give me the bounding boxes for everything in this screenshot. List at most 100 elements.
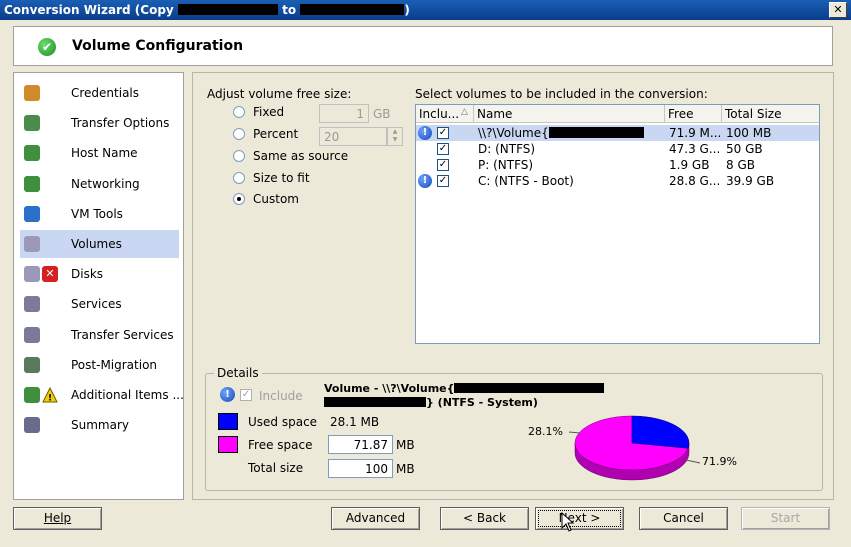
free-size-heading: Adjust volume free size: bbox=[207, 87, 352, 101]
cancel-button[interactable]: Cancel bbox=[639, 507, 728, 530]
details-group: Details ! ✓ Include Volume - \\?\Volume{… bbox=[205, 366, 823, 491]
volume-total-cell: 8 GB bbox=[726, 158, 755, 172]
sidebar-item-transfer-options[interactable]: Transfer Options bbox=[20, 109, 179, 137]
redacted-source-name bbox=[177, 4, 278, 15]
custom-radio[interactable] bbox=[233, 193, 245, 205]
volumes-icon bbox=[24, 236, 40, 252]
volume-free-cell: 1.9 GB bbox=[669, 158, 710, 172]
spin-down-icon[interactable]: ▼ bbox=[388, 136, 402, 144]
sidebar-item-summary[interactable]: Summary bbox=[20, 411, 179, 439]
volume-total-cell: 39.9 GB bbox=[726, 174, 775, 188]
summary-icon bbox=[24, 417, 40, 434]
column-header-total-size[interactable]: Total Size bbox=[722, 105, 819, 123]
size-to-fit-radio[interactable] bbox=[233, 172, 245, 184]
sidebar-item-vm-tools[interactable]: VM Tools bbox=[20, 200, 179, 228]
page-title: Volume Configuration bbox=[72, 38, 244, 54]
details-legend: Details bbox=[214, 366, 262, 380]
total-size-label: Total size bbox=[248, 461, 304, 475]
services-icon bbox=[24, 296, 40, 313]
advanced-button[interactable]: Advanced bbox=[331, 507, 420, 530]
mouse-pointer-icon bbox=[561, 512, 575, 532]
next-button[interactable]: Next > bbox=[535, 507, 624, 530]
percent-radio-label[interactable]: Percent bbox=[253, 127, 298, 141]
total-size-input[interactable]: 100 bbox=[328, 459, 393, 478]
page-header: ✔ Volume Configuration bbox=[13, 26, 833, 66]
table-row[interactable]: ✓ P: (NTFS) 1.9 GB 8 GB bbox=[416, 157, 819, 173]
back-button[interactable]: < Back bbox=[440, 507, 529, 530]
custom-radio-label[interactable]: Custom bbox=[253, 192, 299, 206]
sidebar-item-label: Networking bbox=[71, 176, 140, 191]
sidebar-item-credentials[interactable]: Credentials bbox=[20, 79, 179, 107]
volumes-heading: Select volumes to be included in the con… bbox=[415, 87, 708, 101]
fixed-radio-label[interactable]: Fixed bbox=[253, 105, 284, 119]
fixed-radio[interactable] bbox=[233, 106, 245, 118]
sidebar-item-networking[interactable]: Networking bbox=[20, 170, 179, 198]
include-checkbox[interactable]: ✓ bbox=[437, 143, 449, 155]
sort-ascending-icon: △ bbox=[461, 107, 468, 117]
sidebar-item-services[interactable]: Services bbox=[20, 290, 179, 318]
transfer-services-icon bbox=[24, 326, 40, 343]
green-check-icon: ✔ bbox=[38, 38, 56, 56]
credentials-icon bbox=[24, 85, 40, 101]
same-as-source-radio-label[interactable]: Same as source bbox=[253, 149, 348, 163]
used-space-value: 28.1 MB bbox=[330, 415, 380, 429]
percent-radio[interactable] bbox=[233, 128, 245, 140]
additional-items-icon bbox=[24, 387, 40, 403]
used-space-label: Used space bbox=[248, 415, 318, 429]
table-row[interactable]: ! ✓ C: (NTFS - Boot) 28.8 G... 39.9 GB bbox=[416, 173, 819, 189]
redacted-volume-guid-2 bbox=[324, 397, 426, 407]
include-checkbox[interactable]: ✓ bbox=[437, 159, 449, 171]
close-button[interactable]: ✕ bbox=[829, 2, 847, 18]
networking-icon bbox=[24, 175, 40, 192]
pie-free-percent-label: 71.9% bbox=[702, 455, 737, 468]
sidebar-item-host-name[interactable]: Host Name bbox=[20, 139, 179, 167]
volume-config-panel: Adjust volume free size: Fixed 1 GB Perc… bbox=[192, 72, 834, 500]
window-title: Conversion Wizard (Copy to ) bbox=[4, 3, 410, 17]
post-migration-icon bbox=[24, 356, 40, 373]
fixed-size-input[interactable]: 1 bbox=[319, 104, 369, 123]
free-space-input[interactable]: 71.87 bbox=[328, 435, 393, 454]
include-checkbox[interactable]: ✓ bbox=[437, 127, 449, 139]
redacted-volume-guid bbox=[454, 383, 605, 393]
volume-title-line1: Volume - \\?\Volume{ bbox=[324, 382, 605, 395]
sidebar-item-transfer-services[interactable]: Transfer Services bbox=[20, 321, 179, 349]
sidebar-item-label: Summary bbox=[71, 418, 129, 433]
volume-title-prefix: Volume - \\?\Volume{ bbox=[324, 382, 455, 395]
sidebar-item-disks[interactable]: ✕ Disks bbox=[20, 260, 179, 288]
table-row[interactable]: ! ✓ \\?\Volume{71.9 M... 100 MB bbox=[416, 125, 819, 141]
include-checkbox[interactable]: ✓ bbox=[437, 175, 449, 187]
size-to-fit-radio-label[interactable]: Size to fit bbox=[253, 171, 310, 185]
sidebar-item-additional-items[interactable]: ! Additional Items ... bbox=[20, 381, 184, 409]
start-button[interactable]: Start bbox=[741, 507, 830, 530]
pie-used-leader bbox=[568, 431, 581, 434]
redacted-target-name bbox=[300, 4, 405, 15]
pie-used-percent-label: 28.1% bbox=[528, 425, 563, 438]
column-header-free[interactable]: Free bbox=[665, 105, 722, 123]
sidebar-item-volumes[interactable]: Volumes bbox=[20, 230, 179, 258]
free-space-unit: MB bbox=[396, 438, 415, 452]
total-size-unit: MB bbox=[396, 462, 415, 476]
percent-spinner[interactable]: ▲ ▼ bbox=[387, 127, 403, 146]
table-row[interactable]: ✓ D: (NTFS) 47.3 G... 50 GB bbox=[416, 141, 819, 157]
vm-tools-icon bbox=[24, 205, 40, 222]
percent-input[interactable]: 20 bbox=[319, 127, 387, 146]
sidebar-item-label: Volumes bbox=[71, 237, 122, 251]
column-header-name[interactable]: Name bbox=[474, 105, 665, 123]
same-as-source-radio[interactable] bbox=[233, 150, 245, 162]
column-header-include[interactable]: Inclu... △ bbox=[416, 105, 474, 123]
sidebar-item-post-migration[interactable]: Post-Migration bbox=[20, 351, 179, 379]
fixed-size-unit: GB bbox=[373, 107, 391, 121]
sidebar-item-label: VM Tools bbox=[71, 206, 123, 221]
volume-total-cell: 50 GB bbox=[726, 142, 763, 156]
error-x-icon: ✕ bbox=[42, 266, 58, 283]
volume-name-cell: C: (NTFS - Boot) bbox=[478, 174, 574, 188]
volume-total-cell: 100 MB bbox=[726, 126, 772, 140]
spin-up-icon[interactable]: ▲ bbox=[388, 128, 402, 136]
volumes-table[interactable]: Inclu... △ Name Free Total Size ! ✓ \\?\Vo… bbox=[415, 104, 820, 344]
free-space-swatch bbox=[218, 436, 238, 453]
volume-name-cell: \\?\Volume{ bbox=[478, 126, 663, 140]
info-icon: ! bbox=[220, 387, 235, 402]
help-button[interactable]: Help bbox=[13, 507, 102, 530]
redacted-volume-guid bbox=[548, 127, 644, 138]
include-checkbox[interactable]: ✓ bbox=[240, 389, 252, 401]
